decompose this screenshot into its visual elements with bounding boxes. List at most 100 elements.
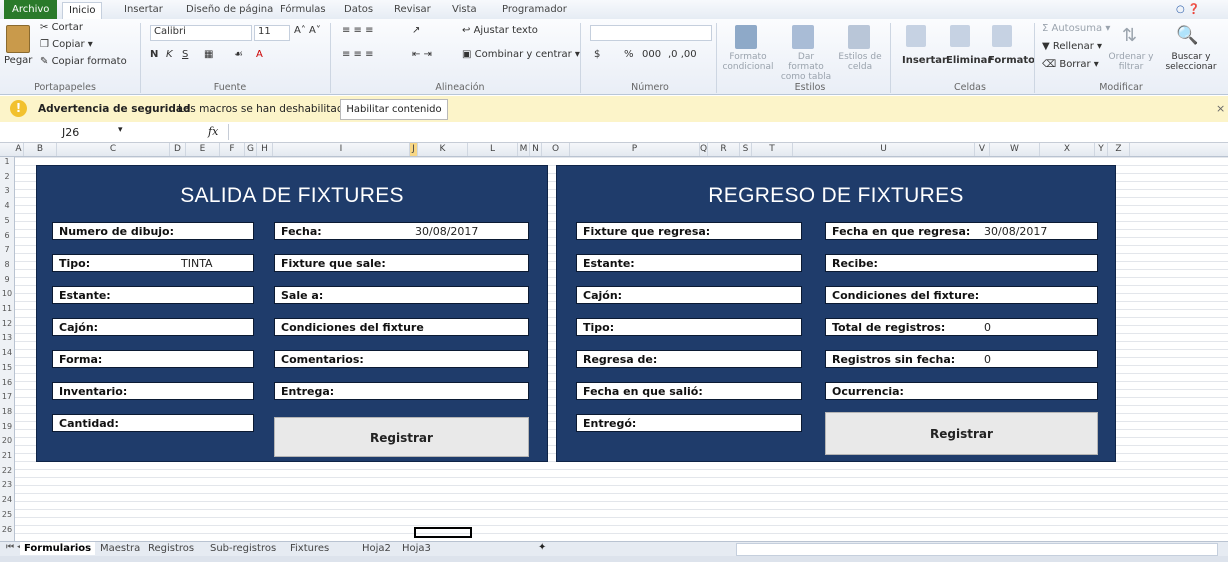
row-header-23[interactable]: 23 [0,480,14,489]
column-header-e[interactable]: E [186,143,220,156]
salida-left-field-3[interactable]: Cajón: [52,318,254,336]
name-box-dropdown-icon[interactable]: ▾ [118,125,123,135]
regreso-right-field-0[interactable]: Fecha en que regresa: 30/08/2017 [825,222,1098,240]
tab-vista[interactable]: Vista [446,2,483,18]
autosum-button[interactable]: Σ Autosuma ▾ [1042,23,1110,34]
regreso-right-field-5[interactable]: Ocurrencia: [825,382,1098,400]
conditional-format-button[interactable]: Formato condicional [722,52,774,72]
row-header-16[interactable]: 16 [0,378,14,387]
column-header-c[interactable]: C [57,143,170,156]
orientation-icon[interactable]: ↗ [412,25,420,36]
salida-register-button[interactable]: Registrar [274,417,529,457]
sheet-tab-sub-registros[interactable]: Sub-registros [206,542,280,555]
row-header-2[interactable]: 2 [0,172,14,181]
row-header-8[interactable]: 8 [0,260,14,269]
salida-left-field-2[interactable]: Estante: [52,286,254,304]
regreso-right-field-2[interactable]: Condiciones del fixture: [825,286,1098,304]
underline-icon[interactable]: S [182,49,188,60]
sheet-tab-registros[interactable]: Registros [144,542,198,555]
sheet-tab-maestra[interactable]: Maestra [96,542,144,555]
format-as-table-button[interactable]: Dar formato como tabla [780,52,832,82]
close-security-icon[interactable]: × [1216,102,1225,115]
horizontal-scrollbar[interactable] [736,543,1218,556]
borders-icon[interactable]: ▦ [204,49,213,60]
regreso-right-field-1[interactable]: Recibe: [825,254,1098,272]
salida-right-field-5[interactable]: Entrega: [274,382,529,400]
row-header-18[interactable]: 18 [0,407,14,416]
row-header-21[interactable]: 21 [0,451,14,460]
copy-button[interactable]: ❐ Copiar ▾ [40,39,93,50]
salida-right-field-1[interactable]: Fixture que sale: [274,254,529,272]
regreso-left-field-6[interactable]: Entregó: [576,414,802,432]
indent-icon[interactable]: ⇤ ⇥ [412,49,432,60]
italic-icon[interactable]: K [166,49,173,60]
regreso-left-field-4[interactable]: Regresa de: [576,350,802,368]
tab-programador[interactable]: Programador [496,2,573,18]
column-header-s[interactable]: S [740,143,752,156]
selected-cell[interactable] [414,527,472,538]
font-color-icon[interactable]: A [256,49,263,60]
column-header-l[interactable]: L [468,143,518,156]
regreso-left-field-0[interactable]: Fixture que regresa: [576,222,802,240]
currency-button[interactable]: $ [594,49,600,60]
tab-diseno-pagina[interactable]: Diseño de página [180,2,279,18]
column-header-y[interactable]: Y [1095,143,1108,156]
number-format-select[interactable] [590,25,712,41]
regreso-left-field-3[interactable]: Tipo: [576,318,802,336]
salida-right-field-0[interactable]: Fecha: 30/08/2017 [274,222,529,240]
column-header-b[interactable]: B [24,143,57,156]
percent-button[interactable]: % [624,49,634,60]
row-header-11[interactable]: 11 [0,304,14,313]
column-header-x[interactable]: X [1040,143,1095,156]
column-header-t[interactable]: T [752,143,793,156]
column-header-m[interactable]: M [518,143,530,156]
row-header-4[interactable]: 4 [0,201,14,210]
cell-styles-button[interactable]: Estilos de celda [836,52,884,72]
new-sheet-icon[interactable]: ✦ [538,542,546,553]
row-header-24[interactable]: 24 [0,495,14,504]
column-header-h[interactable]: H [257,143,273,156]
column-header-u[interactable]: U [793,143,975,156]
salida-left-field-6[interactable]: Cantidad: [52,414,254,432]
salida-right-field-4[interactable]: Comentarios: [274,350,529,368]
column-header-v[interactable]: V [975,143,990,156]
column-header-o[interactable]: O [542,143,570,156]
font-size-select[interactable]: 11 [254,25,290,41]
salida-left-field-1[interactable]: Tipo: TINTA [52,254,254,272]
column-header-z[interactable]: Z [1108,143,1130,156]
font-grow-icon[interactable]: A˄ A˅ [294,25,321,36]
fill-button[interactable]: ▼ Rellenar ▾ [1042,41,1102,52]
column-header-q[interactable]: Q [700,143,708,156]
salida-right-field-3[interactable]: Condiciones del fixture [274,318,529,336]
format-cells-button[interactable]: Formato [988,55,1035,66]
help-icon[interactable]: ○ ❓ [1170,2,1206,18]
tab-formulas[interactable]: Fórmulas [274,2,332,18]
salida-left-field-0[interactable]: Numero de dibujo: [52,222,254,240]
column-header-r[interactable]: R [708,143,740,156]
row-header-9[interactable]: 9 [0,275,14,284]
salida-left-field-4[interactable]: Forma: [52,350,254,368]
clear-button[interactable]: ⌫ Borrar ▾ [1042,59,1099,70]
sheet-tab-hoja3[interactable]: Hoja3 [398,542,435,555]
formula-input[interactable] [228,124,1227,140]
column-header-d[interactable]: D [170,143,186,156]
regreso-right-field-4[interactable]: Registros sin fecha: 0 [825,350,1098,368]
regreso-register-button[interactable]: Registrar [825,412,1098,455]
row-header-17[interactable]: 17 [0,392,14,401]
row-header-20[interactable]: 20 [0,436,14,445]
row-header-12[interactable]: 12 [0,319,14,328]
delete-cells-button[interactable]: Eliminar [946,55,992,66]
column-header-i[interactable]: I [273,143,410,156]
fx-icon[interactable]: fx [208,125,218,138]
align-top-icon[interactable]: ≡ ≡ ≡ [342,25,374,36]
column-header-w[interactable]: W [990,143,1040,156]
column-header-n[interactable]: N [530,143,542,156]
row-header-13[interactable]: 13 [0,333,14,342]
row-header-15[interactable]: 15 [0,363,14,372]
row-header-7[interactable]: 7 [0,245,14,254]
row-header-19[interactable]: 19 [0,422,14,431]
decimal-icon[interactable]: ,0 ,00 [668,49,697,60]
tab-revisar[interactable]: Revisar [388,2,437,18]
sheet-tab-hoja2[interactable]: Hoja2 [358,542,395,555]
salida-left-field-5[interactable]: Inventario: [52,382,254,400]
